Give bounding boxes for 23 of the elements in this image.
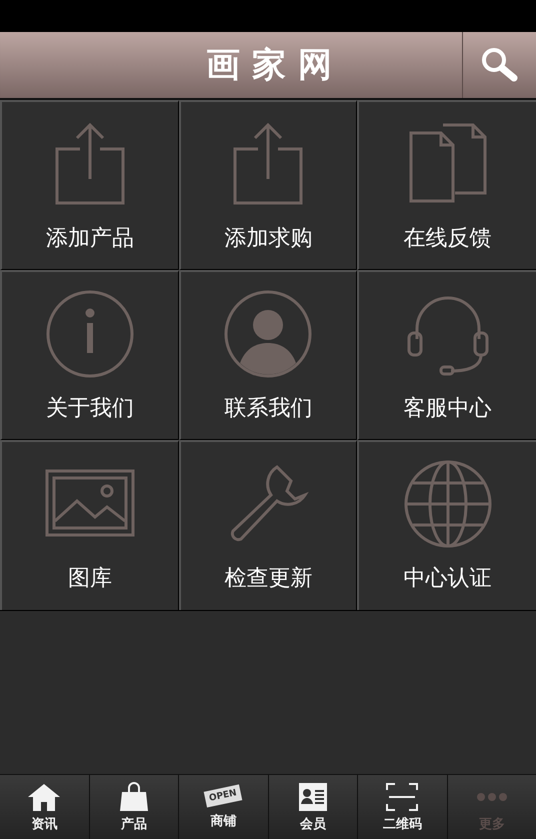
- scan-icon: [384, 782, 420, 812]
- globe-icon: [402, 459, 493, 549]
- info-icon: [44, 288, 135, 378]
- app-title: 画 家 网: [206, 44, 332, 87]
- tab-item[interactable]: 资讯: [0, 775, 90, 839]
- menu-tile[interactable]: 联系我们: [178, 270, 358, 440]
- menu-tile[interactable]: 图库: [0, 440, 179, 610]
- tab-item[interactable]: OPEN 商铺: [179, 775, 268, 839]
- menu-tile[interactable]: 中心认证: [357, 440, 536, 610]
- menu-tile[interactable]: 添加产品: [0, 100, 179, 270]
- menu-tile[interactable]: 在线反馈: [357, 100, 536, 270]
- avatar-icon: [223, 288, 314, 378]
- open-sign-icon: OPEN: [204, 784, 242, 808]
- tab-item[interactable]: 产品: [90, 775, 179, 839]
- tab-item[interactable]: 会员: [268, 775, 358, 839]
- home-icon: [26, 782, 62, 812]
- more-icon: [476, 792, 507, 800]
- tab-item[interactable]: 二维码: [358, 775, 448, 839]
- menu-tile[interactable]: 关于我们: [0, 270, 179, 440]
- menu-tile[interactable]: 添加求购: [178, 100, 358, 270]
- menu-tile[interactable]: 客服中心: [357, 270, 536, 440]
- search-icon: [480, 47, 520, 83]
- menu-tile[interactable]: 检查更新: [178, 440, 358, 610]
